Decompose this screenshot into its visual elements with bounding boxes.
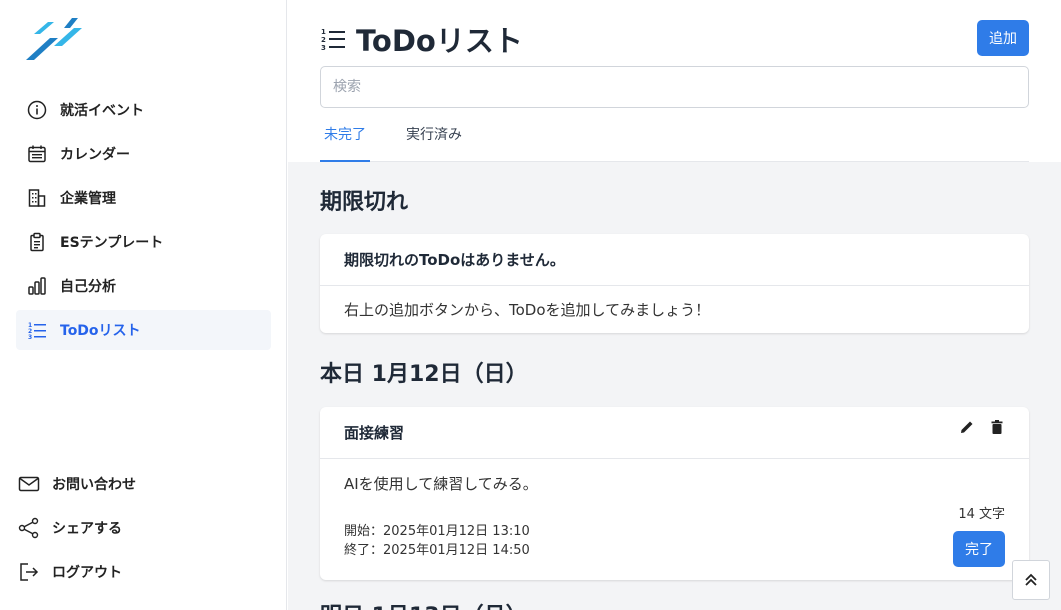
sidebar-item-companies[interactable]: 企業管理 [16,178,271,218]
todo-end-time: 終了：2025年01月12日 14:50 [344,543,530,558]
todo-title: 面接練習 [344,424,405,442]
scroll-to-top-button[interactable] [1012,560,1050,600]
todo-actions [959,419,1005,435]
sidebar-item-label: ESテンプレート [60,235,164,251]
todo-card-body: AIを使用して練習してみる。 14 文字 開始：2025年01月12日 13:1… [320,459,1029,579]
add-button[interactable]: 追加 [977,20,1029,56]
todo-start-time: 開始：2025年01月12日 13:10 [344,524,530,539]
sidebar-item-todo[interactable]: 123 ToDoリスト [16,310,271,350]
char-count: 14 文字 [958,507,1005,522]
overdue-empty-card: 期限切れのToDoはありません。 右上の追加ボタンから、ToDoを追加してみまし… [320,234,1029,333]
building-icon [26,187,48,209]
svg-text:1: 1 [321,28,326,36]
sidebar-item-contact[interactable]: お問い合わせ [16,464,271,504]
info-icon [26,99,48,121]
section-title-today: 本日 1月12日（日） [320,362,528,387]
section-title-overdue: 期限切れ [320,190,409,215]
sidebar-bottom-nav: お問い合わせ シェアする ログアウト [16,464,271,596]
list-icon: 123 [26,319,48,341]
sidebar-item-events[interactable]: 就活イベント [16,90,271,130]
main-content: 123 ToDoリスト 追加 未完了 実行済み 期限切れ 期限切れのToDoはあ… [288,0,1061,610]
calendar-icon [26,143,48,165]
sidebar-item-label: 自己分析 [60,279,116,295]
bar-chart-icon [26,275,48,297]
page-title: 123 ToDoリスト [320,18,523,60]
mail-icon [18,473,40,495]
section-title-tomorrow: 明日 1月13日（月） [320,598,528,610]
card-title: 期限切れのToDoはありません。 [320,234,1029,286]
sidebar-item-share[interactable]: シェアする [16,508,271,548]
sidebar: 就活イベント カレンダー 企業管理 ESテンプレート 自己分析 1 2 3 To… [0,0,287,610]
card-message: 右上の追加ボタンから、ToDoを追加してみましょう！ [344,301,711,319]
todo-card-header: 面接練習 [320,407,1029,459]
list-icon: 123 [321,28,345,52]
sidebar-nav: 就活イベント カレンダー 企業管理 ESテンプレート 自己分析 1 2 3 To… [16,90,271,354]
share-icon [18,517,40,539]
sidebar-item-label: 企業管理 [60,191,116,207]
clipboard-icon [26,231,48,253]
svg-text:2: 2 [321,36,326,44]
tab-bar: 未完了 実行済み [320,118,1029,162]
logout-icon [18,561,40,583]
edit-icon[interactable] [959,419,975,435]
todo-card: 面接練習 AIを使用して練習してみる。 14 文字 開始：2025年01月12日… [320,407,1029,580]
main-header: 123 ToDoリスト 追加 未完了 実行済み [288,0,1061,162]
sidebar-item-self-analysis[interactable]: 自己分析 [16,266,271,306]
sidebar-item-calendar[interactable]: カレンダー [16,134,271,174]
search-input[interactable] [320,66,1029,108]
complete-button[interactable]: 完了 [953,531,1005,567]
double-chevron-up-icon [1025,573,1037,586]
sidebar-item-label: シェアする [52,521,122,537]
sidebar-item-label: ToDoリスト [60,323,141,339]
page-title-text: ToDoリスト [356,24,523,58]
todo-description: AIを使用して練習してみる。 [344,475,538,493]
sidebar-item-es-template[interactable]: ESテンプレート [16,222,271,262]
sidebar-item-label: カレンダー [60,147,130,163]
trash-icon[interactable] [989,419,1005,435]
sidebar-item-logout[interactable]: ログアウト [16,552,271,592]
sidebar-item-label: ログアウト [52,565,122,581]
tab-incomplete[interactable]: 未完了 [320,118,370,162]
todo-dates: 開始：2025年01月12日 13:10 終了：2025年01月12日 14:5… [344,522,1005,560]
svg-text:3: 3 [28,334,32,340]
app-logo[interactable] [24,16,84,62]
sidebar-item-label: お問い合わせ [52,477,136,493]
sidebar-item-label: 就活イベント [60,103,144,119]
svg-text:3: 3 [321,44,326,52]
tab-completed[interactable]: 実行済み [402,118,466,162]
